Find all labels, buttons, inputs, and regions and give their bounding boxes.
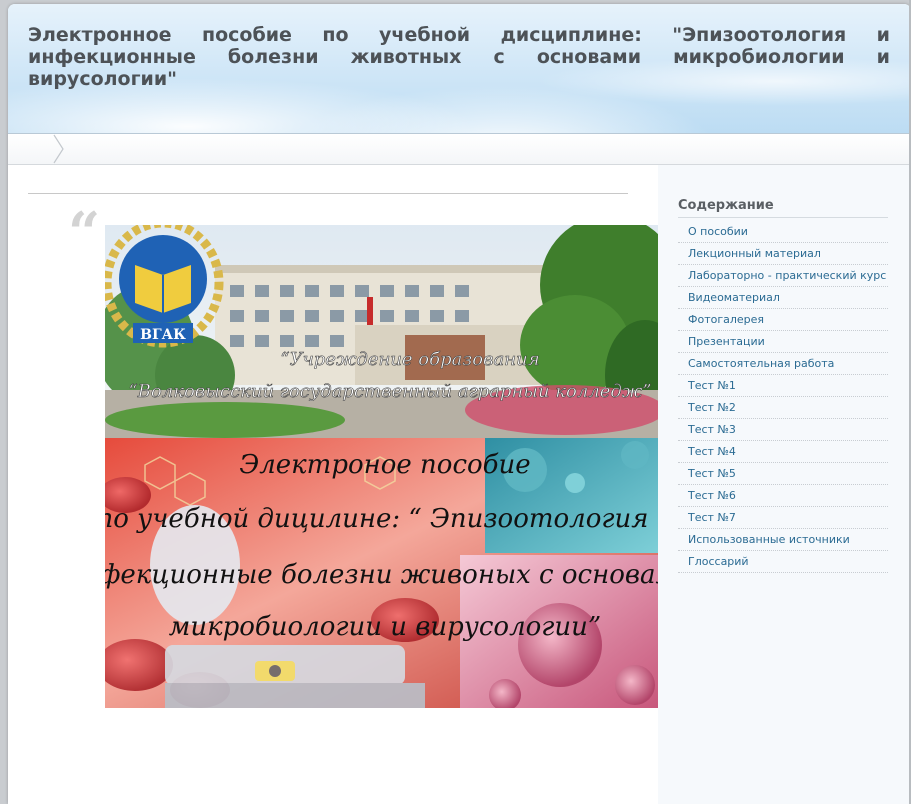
quote-mark: “	[68, 200, 101, 266]
menu-item: Лабораторно - практический курс	[678, 265, 888, 287]
menu-link-sources[interactable]: Использованные источники	[678, 533, 850, 546]
menu-link-lab-course[interactable]: Лабораторно - практический курс	[678, 269, 886, 282]
menu-item: Тест №6	[678, 485, 888, 507]
headline-line-4: микробиологии и вирусологии”	[169, 612, 601, 642]
menu-item: Глоссарий	[678, 551, 888, 573]
breadcrumb-separator-icon	[53, 134, 64, 164]
headline-line-1: Электроное пособие	[239, 450, 530, 480]
logo-text: ВГАК	[140, 327, 186, 343]
headline-line-2: по учебной дицилине: “ Эпизоотология и	[105, 504, 664, 534]
college-banner-image: ВГАК “Учреждение образования “Волковысск…	[105, 225, 664, 708]
sidebar: Содержание О пособии Лекционный материал…	[658, 165, 911, 804]
menu-item: Тест №2	[678, 397, 888, 419]
menu-item: Тест №5	[678, 463, 888, 485]
menu-link-self-study[interactable]: Самостоятельная работа	[678, 357, 834, 370]
menu-item: Презентации	[678, 331, 888, 353]
menu-link-test-4[interactable]: Тест №4	[678, 445, 736, 458]
menu-link-about[interactable]: О пособии	[678, 225, 748, 238]
menu-link-presentations[interactable]: Презентации	[678, 335, 765, 348]
menu-item: Тест №7	[678, 507, 888, 529]
menu-item: Тест №3	[678, 419, 888, 441]
menu-link-glossary[interactable]: Глоссарий	[678, 555, 749, 568]
menu-item: Лекционный материал	[678, 243, 888, 265]
sidebar-title: Содержание	[678, 198, 888, 218]
menu-item: Самостоятельная работа	[678, 353, 888, 375]
institution-line-2: “Волковысский государственный аграрный к…	[128, 381, 651, 402]
menu-link-lectures[interactable]: Лекционный материал	[678, 247, 821, 260]
menu-item: Тест №1	[678, 375, 888, 397]
sidebar-menu: О пособии Лекционный материал Лабораторн…	[678, 221, 888, 573]
menu-link-test-5[interactable]: Тест №5	[678, 467, 736, 480]
page: Электронное пособие по учебной дисциплин…	[8, 4, 911, 804]
menu-link-test-6[interactable]: Тест №6	[678, 489, 736, 502]
menu-item: Фотогалерея	[678, 309, 888, 331]
menu-link-test-3[interactable]: Тест №3	[678, 423, 736, 436]
menu-link-test-2[interactable]: Тест №2	[678, 401, 736, 414]
menu-item: Использованные источники	[678, 529, 888, 551]
breadcrumb-bar	[8, 134, 911, 165]
menu-item: О пособии	[678, 221, 888, 243]
menu-item: Тест №4	[678, 441, 888, 463]
menu-link-video[interactable]: Видеоматериал	[678, 291, 780, 304]
menu-link-test-1[interactable]: Тест №1	[678, 379, 736, 392]
site-title: Электронное пособие по учебной дисциплин…	[28, 24, 890, 90]
institution-line-1: “Учреждение образования	[280, 349, 539, 370]
content-divider	[28, 193, 628, 194]
menu-link-photo-gallery[interactable]: Фотогалерея	[678, 313, 764, 326]
menu-link-test-7[interactable]: Тест №7	[678, 511, 736, 524]
headline-line-3: инфекционные болезни живоных с основами	[105, 560, 664, 590]
main-content: “ ВГАК “Учреждение образования “Волковыс…	[8, 165, 664, 804]
menu-item: Видеоматериал	[678, 287, 888, 309]
site-header: Электронное пособие по учебной дисциплин…	[8, 4, 911, 134]
